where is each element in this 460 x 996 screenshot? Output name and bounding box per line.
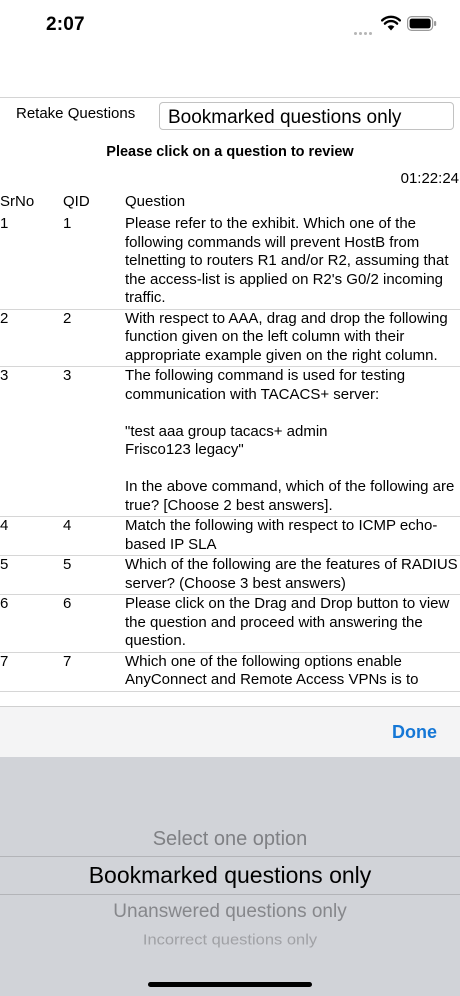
row-question: With respect to AAA, drag and drop the f… (125, 309, 448, 364)
instruction-text: Please click on a question to review (106, 144, 354, 160)
option-picker-wheel[interactable]: Select one option Bookmarked questions o… (0, 757, 460, 996)
row-question: The following command is used for testin… (125, 367, 455, 514)
row-srno: 7 (0, 652, 9, 670)
picker-selection-bottom-divider (0, 894, 460, 895)
picker-option[interactable]: Select one option (0, 828, 460, 851)
row-srno: 1 (0, 215, 9, 232)
row-question: Please click on the Drag and Drop button… (125, 595, 450, 649)
header-qid: QID (63, 193, 90, 210)
row-question: Please refer to the exhibit. Which one o… (125, 215, 449, 306)
row-qid: 6 (63, 595, 72, 612)
row-srno: 3 (0, 367, 9, 384)
status-bar: 2:07 (0, 0, 460, 50)
table-row[interactable]: 1 1 Please refer to the exhibit. Which o… (0, 215, 460, 310)
row-question: Which of the following are the features … (125, 556, 458, 592)
retake-questions-row: Retake Questions Bookmarked questions on… (0, 97, 460, 131)
picker-selection-top-divider (0, 856, 460, 857)
picker-option[interactable]: Unanswered questions only (0, 901, 460, 923)
row-qid: 7 (63, 652, 72, 670)
picker-option[interactable]: Incorrect questions only (0, 932, 460, 949)
row-question: Which one of the following options enabl… (125, 652, 419, 689)
row-qid: 1 (63, 215, 72, 232)
wifi-icon (381, 15, 401, 31)
row-srno: 5 (0, 556, 9, 573)
table-header: SrNo QID Question (0, 193, 460, 213)
home-indicator[interactable] (148, 982, 312, 987)
header-srno: SrNo (0, 193, 35, 210)
picker-option-selected[interactable]: Bookmarked questions only (0, 862, 460, 889)
picker-toolbar: Done (0, 706, 460, 757)
table-row[interactable]: 4 4 Match the following with respect to … (0, 517, 460, 556)
retake-questions-label: Retake Questions (16, 105, 136, 122)
row-qid: 2 (63, 309, 72, 327)
row-srno: 2 (0, 309, 9, 327)
retake-questions-select[interactable]: Bookmarked questions only (159, 102, 454, 130)
cellular-signal-icon (354, 25, 376, 35)
question-list[interactable]: 1 1 Please refer to the exhibit. Which o… (0, 215, 460, 707)
row-question: Match the following with respect to ICMP… (125, 517, 438, 553)
done-button[interactable]: Done (392, 722, 437, 743)
row-qid: 3 (63, 367, 72, 384)
table-row[interactable]: 2 2 With respect to AAA, drag and drop t… (0, 309, 460, 367)
elapsed-timer: 01:22:24 (400, 170, 459, 187)
row-srno: 6 (0, 595, 9, 612)
row-qid: 5 (63, 556, 72, 573)
header-question: Question (125, 193, 186, 210)
row-qid: 4 (63, 517, 72, 534)
battery-icon (407, 16, 437, 31)
table-row[interactable]: 6 6 Please click on the Drag and Drop bu… (0, 595, 460, 653)
table-row[interactable]: 7 7 Which one of the following options e… (0, 653, 460, 692)
row-srno: 4 (0, 517, 9, 534)
status-time: 2:07 (46, 14, 85, 35)
table-row[interactable]: 5 5 Which of the following are the featu… (0, 556, 460, 595)
table-row[interactable]: 3 3 The following command is used for te… (0, 367, 460, 517)
